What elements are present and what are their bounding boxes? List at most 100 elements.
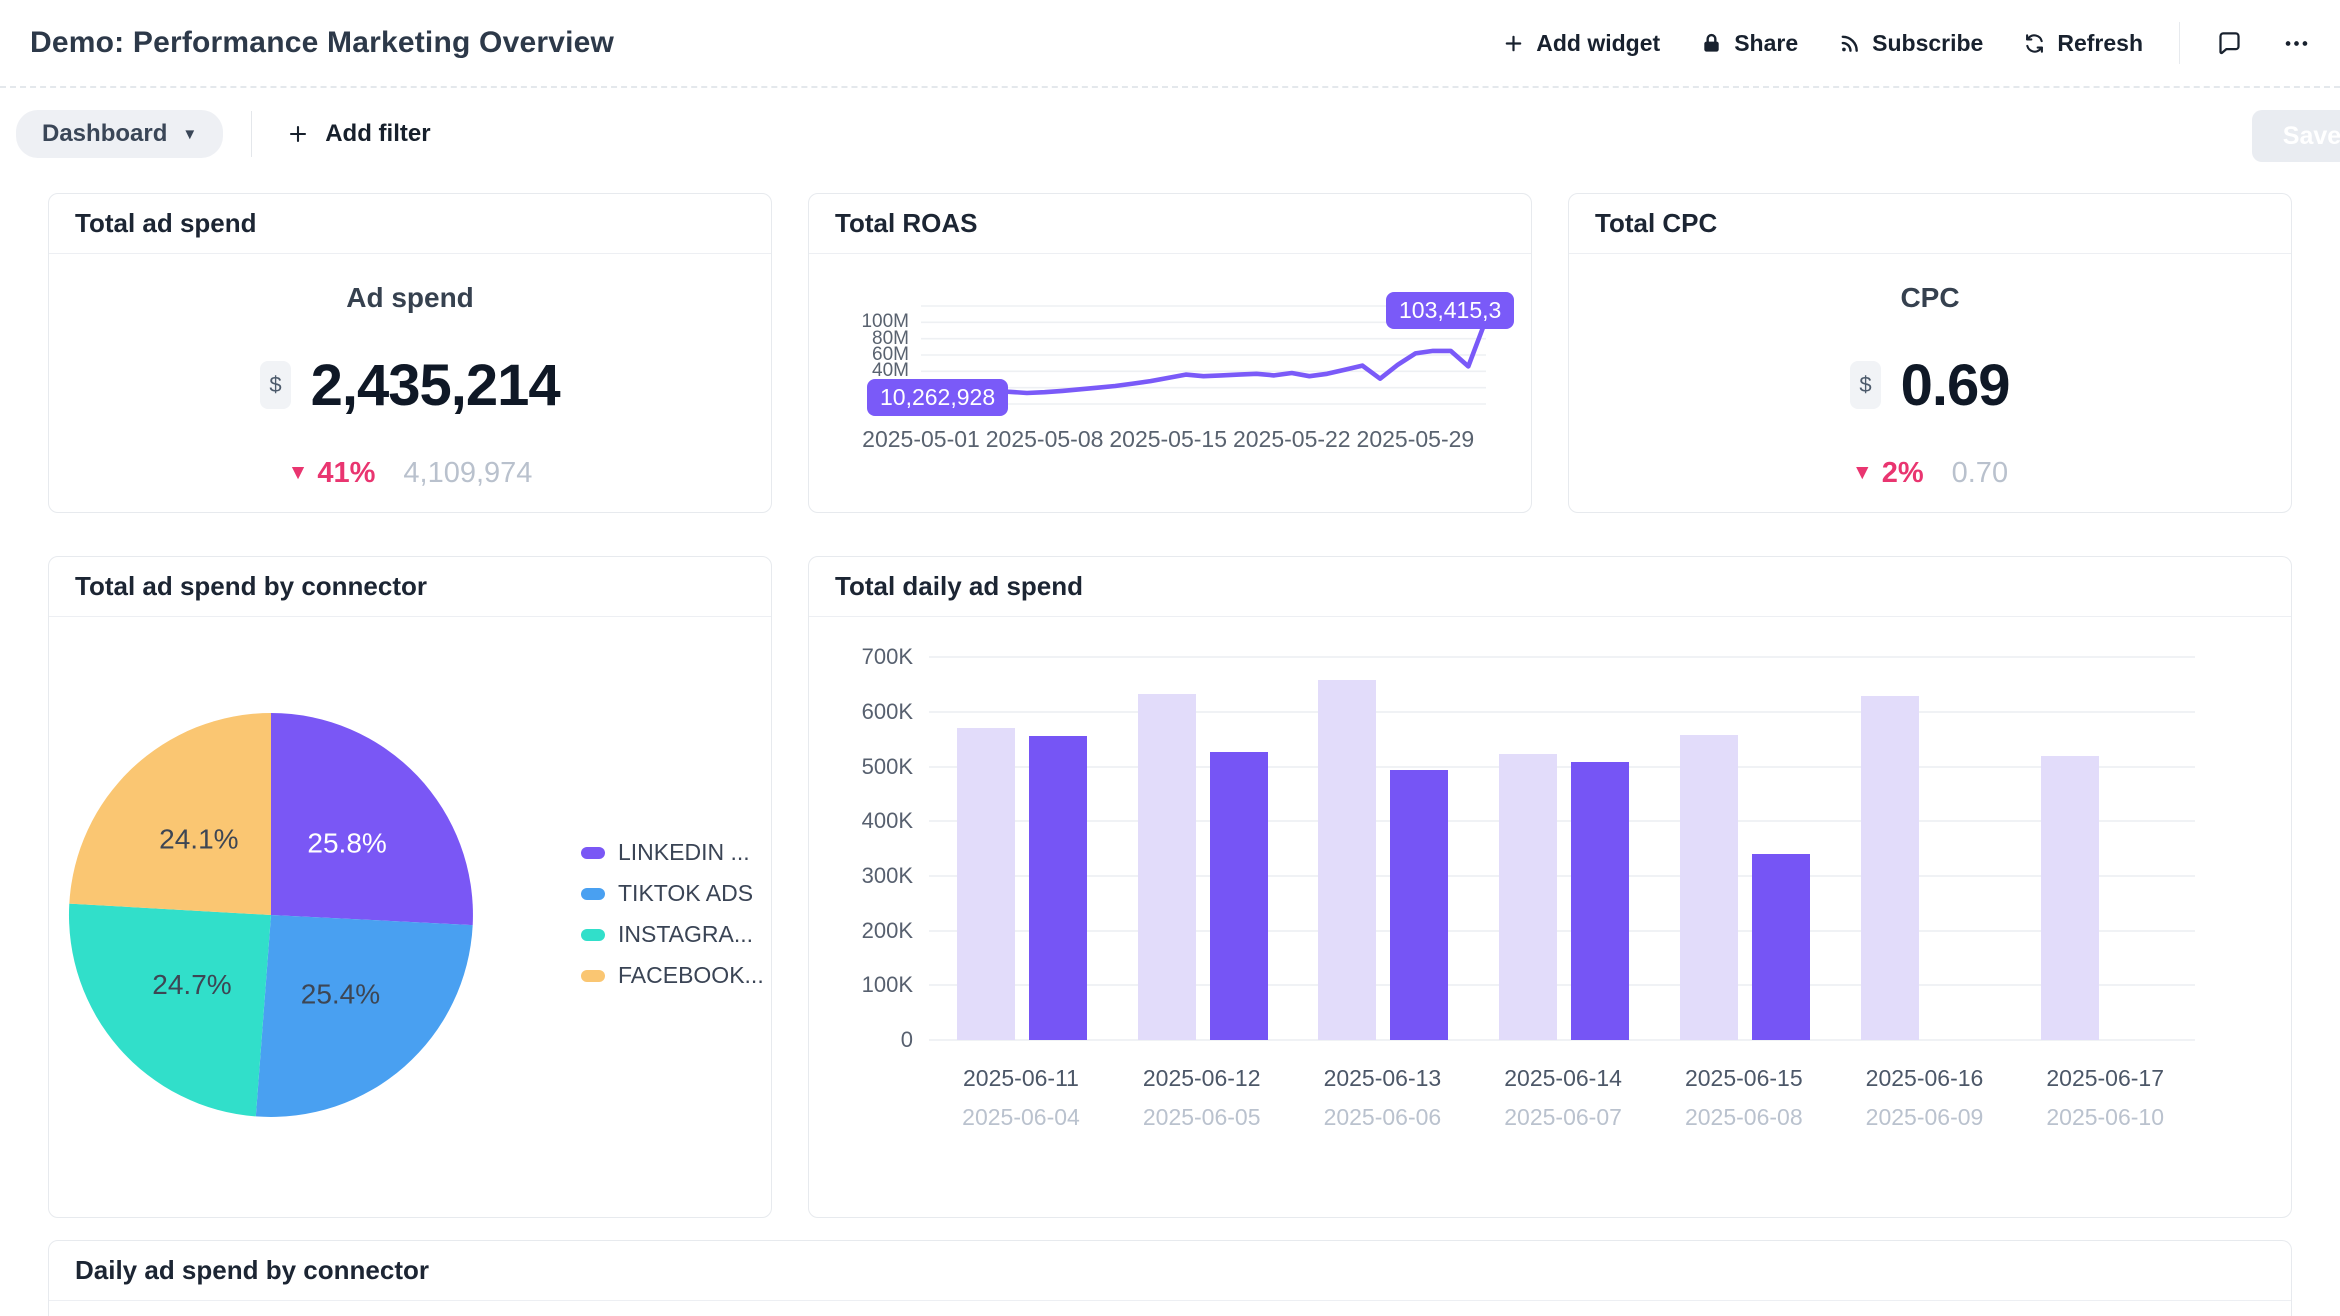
x-label-current: 2025-06-17 <box>2013 1065 2197 1092</box>
legend-item[interactable]: LINKEDIN ... <box>581 839 764 866</box>
cpc-kpi: CPC $ 0.69 ▼2% 0.70 <box>1569 254 2291 513</box>
ad-spend-kpi: Ad spend $ 2,435,214 ▼41% 4,109,974 <box>49 254 771 513</box>
pie-chart: 25.8%25.4%24.7%24.1% LINKEDIN ...TIKTOK … <box>49 617 771 1218</box>
card-title: Daily ad spend by connector <box>49 1241 2291 1301</box>
bar-previous-period[interactable] <box>1499 754 1557 1040</box>
pie-slice-instagra[interactable] <box>69 904 271 1117</box>
bar-previous-period[interactable] <box>2041 756 2099 1040</box>
comment-icon <box>2216 30 2243 57</box>
daily-bar-chart: 700K600K500K400K300K200K100K02025-06-112… <box>809 617 2291 1218</box>
share-label: Share <box>1734 30 1798 57</box>
metric-delta-row: ▼ 41% 4,109,974 <box>288 457 533 490</box>
bar-current-period[interactable] <box>1752 854 1810 1040</box>
pie-slice-label: 24.1% <box>159 823 238 854</box>
add-filter-button[interactable]: Add filter <box>280 119 436 149</box>
triangle-down-icon: ▼ <box>288 461 309 485</box>
x-label-current: 2025-06-15 <box>1652 1065 1836 1092</box>
point-badge-start[interactable]: 10,262,928 <box>867 379 1008 416</box>
bar-current-period[interactable] <box>1029 736 1087 1040</box>
card-title: Total daily ad spend <box>809 557 2291 617</box>
gridline <box>929 984 2195 986</box>
bar-previous-period[interactable] <box>1318 680 1376 1040</box>
card-total-roas: Total ROAS 100M80M60M40M20M2025-05-01202… <box>808 193 1532 513</box>
card-title: Total CPC <box>1569 194 2291 254</box>
pie-slice-label: 25.8% <box>307 827 386 858</box>
gridline <box>929 711 2195 713</box>
legend-label: TIKTOK ADS <box>618 880 753 907</box>
x-label-previous: 2025-06-04 <box>929 1104 1113 1131</box>
y-axis-label: 200K <box>809 918 913 944</box>
metric-value: 0.69 <box>1901 352 2010 419</box>
dashboard-dropdown[interactable]: Dashboard ▼ <box>16 110 223 158</box>
x-label-current: 2025-06-12 <box>1110 1065 1294 1092</box>
refresh-button[interactable]: Refresh <box>2023 30 2143 57</box>
bar-previous-period[interactable] <box>957 728 1015 1040</box>
legend-label: INSTAGRA... <box>618 921 753 948</box>
bar-current-period[interactable] <box>1210 752 1268 1040</box>
legend-swatch <box>581 970 605 982</box>
x-label-current: 2025-06-16 <box>1833 1065 2017 1092</box>
y-axis-label: 600K <box>809 699 913 725</box>
comments-button[interactable] <box>2216 30 2243 57</box>
y-axis-label: 300K <box>809 863 913 889</box>
gridline <box>929 1039 2195 1041</box>
bar-previous-period[interactable] <box>1138 694 1196 1040</box>
rss-icon <box>1838 32 1861 55</box>
delta-pct: 41% <box>317 457 375 490</box>
pie-slice-tiktok-ads[interactable] <box>256 915 473 1117</box>
legend-label: LINKEDIN ... <box>618 839 750 866</box>
share-button[interactable]: Share <box>1700 30 1798 57</box>
x-axis-label: 2025-05-29 <box>1320 426 1510 453</box>
plus-icon <box>286 122 310 146</box>
subscribe-button[interactable]: Subscribe <box>1838 30 1983 57</box>
legend-item[interactable]: TIKTOK ADS <box>581 880 764 907</box>
x-label-previous: 2025-06-06 <box>1290 1104 1474 1131</box>
chevron-down-icon: ▼ <box>182 126 197 143</box>
legend-item[interactable]: FACEBOOK... <box>581 962 764 989</box>
previous-value: 4,109,974 <box>403 457 532 490</box>
add-widget-button[interactable]: Add widget <box>1502 30 1660 57</box>
charts-row: Total ad spend by connector 25.8% 25.4% 24… <box>48 556 2292 1218</box>
card-ad-spend-by-connector: Total ad spend by connector 25.8% 25.4% 24… <box>48 556 772 1218</box>
bar-previous-period[interactable] <box>1680 735 1738 1040</box>
pie-slice-label: 25.4% <box>301 979 380 1010</box>
dashboard-dropdown-label: Dashboard <box>42 120 167 148</box>
more-menu-button[interactable] <box>2283 30 2310 57</box>
pie-slice-facebook[interactable] <box>69 713 271 915</box>
topbar: Demo: Performance Marketing Overview Add… <box>0 0 2340 88</box>
page-title: Demo: Performance Marketing Overview <box>30 26 614 60</box>
x-label-current: 2025-06-11 <box>929 1065 1113 1092</box>
y-axis-label: 0 <box>809 1027 913 1053</box>
point-badge-end[interactable]: 103,415,3 <box>1386 292 1514 329</box>
lock-icon <box>1700 32 1723 55</box>
topbar-actions: Add widget Share Subscribe Refresh <box>1502 22 2310 64</box>
currency-badge: $ <box>1850 361 1880 409</box>
gridline <box>929 820 2195 822</box>
legend-swatch <box>581 929 605 941</box>
card-total-cpc: Total CPC CPC $ 0.69 ▼2% 0.70 <box>1568 193 2292 513</box>
bar-current-period[interactable] <box>1571 762 1629 1040</box>
subscribe-label: Subscribe <box>1872 30 1983 57</box>
metric-label: CPC <box>1900 282 1959 314</box>
x-label-previous: 2025-06-07 <box>1471 1104 1655 1131</box>
bar-current-period[interactable] <box>1390 770 1448 1040</box>
y-axis-label: 100K <box>809 972 913 998</box>
delta-value: ▼ 41% <box>288 457 376 490</box>
bottom-row: Daily ad spend by connector <box>48 1240 2292 1316</box>
bar-previous-period[interactable] <box>1861 696 1919 1040</box>
roas-chart: 100M80M60M40M20M2025-05-012025-05-082025… <box>809 254 1531 513</box>
card-total-daily-ad-spend: Total daily ad spend 700K600K500K400K300… <box>808 556 2292 1218</box>
currency-badge: $ <box>260 361 290 409</box>
pie-slice-linkedin[interactable] <box>271 713 473 925</box>
save-button[interactable]: Save <box>2252 110 2340 162</box>
metric-value-row: $ 0.69 <box>1850 352 2009 419</box>
card-title: Total ad spend by connector <box>49 557 771 617</box>
filter-toolbar: Dashboard ▼ Add filter <box>0 88 2340 180</box>
x-label-previous: 2025-06-05 <box>1110 1104 1294 1131</box>
legend-swatch <box>581 888 605 900</box>
legend-label: FACEBOOK... <box>618 962 764 989</box>
delta-pct: 2% <box>1882 457 1924 490</box>
legend-item[interactable]: INSTAGRA... <box>581 921 764 948</box>
card-title: Total ROAS <box>809 194 1531 254</box>
x-label-previous: 2025-06-09 <box>1833 1104 2017 1131</box>
